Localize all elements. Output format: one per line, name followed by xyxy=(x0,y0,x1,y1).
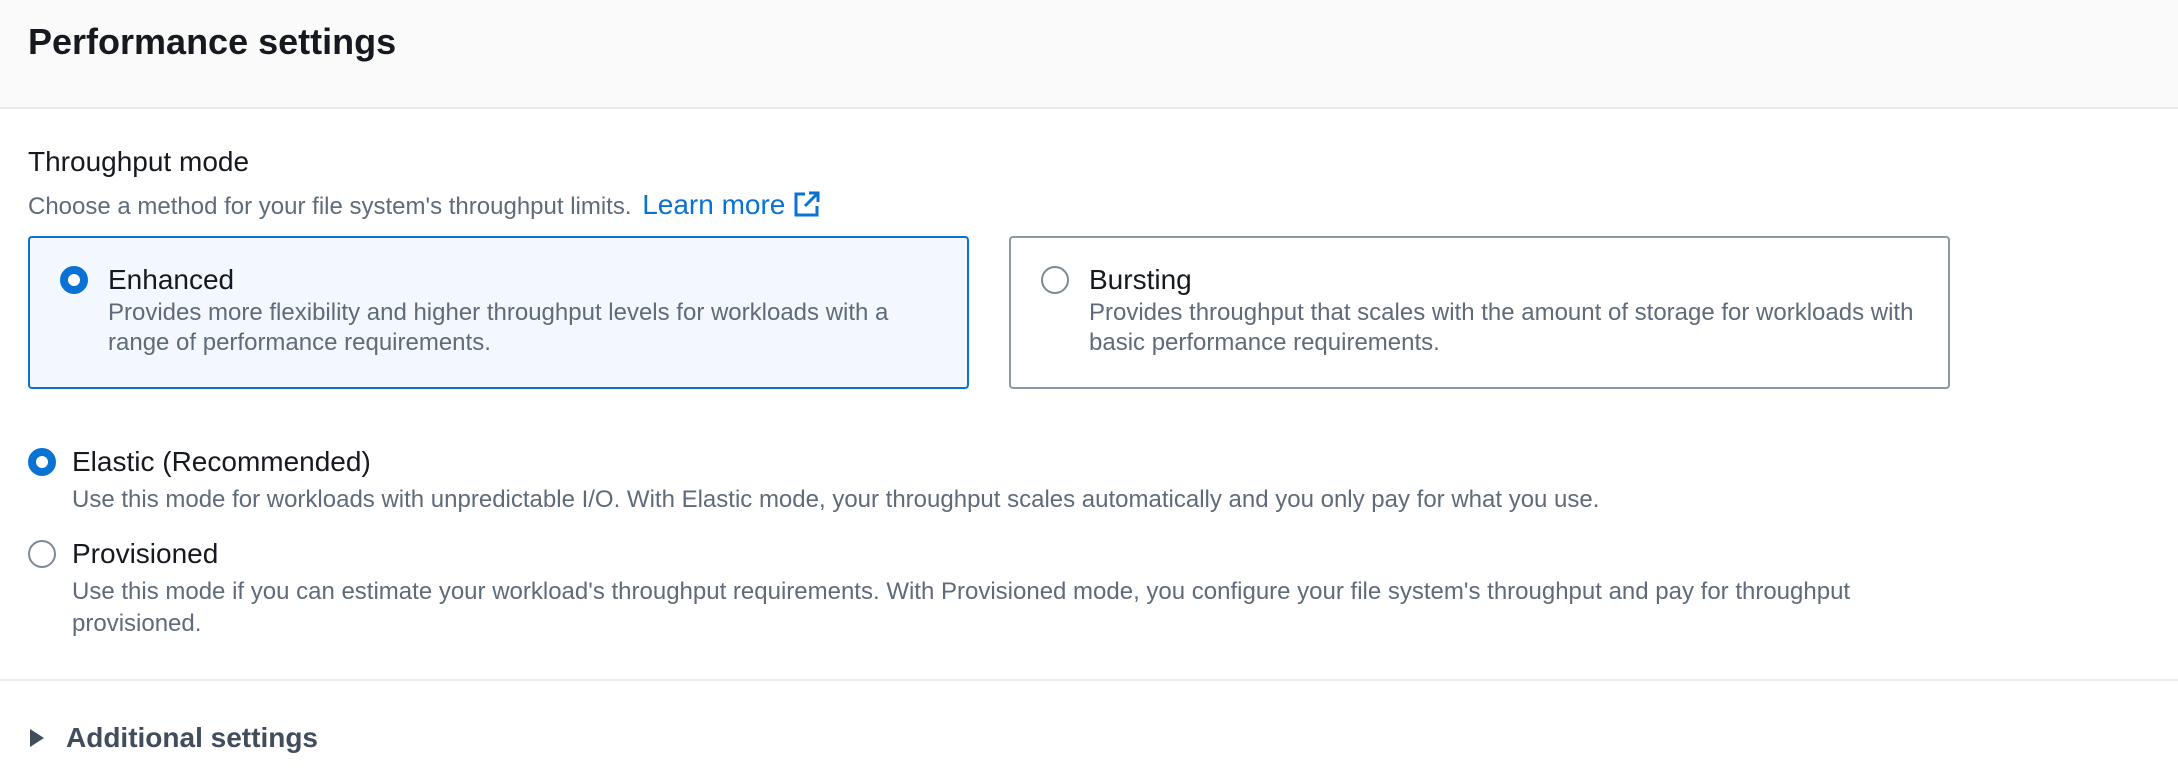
elastic-radio[interactable] xyxy=(28,448,56,476)
external-link-icon xyxy=(794,191,820,217)
option-elastic[interactable]: Elastic (Recommended) Use this mode for … xyxy=(28,444,1728,524)
throughput-mode-description-text: Choose a method for your file system's t… xyxy=(28,193,632,220)
tile-bursting-title: Bursting xyxy=(1089,264,1192,295)
provisioned-radio[interactable] xyxy=(28,540,56,568)
additional-settings-expander[interactable]: Additional settings xyxy=(28,718,318,758)
tile-bursting[interactable]: Bursting Provides throughput that scales… xyxy=(1009,236,1950,389)
additional-settings-label: Additional settings xyxy=(66,722,318,753)
option-elastic-title: Elastic (Recommended) xyxy=(72,446,371,477)
tile-bursting-description: Provides throughput that scales with the… xyxy=(1089,299,1914,356)
enhanced-radio[interactable] xyxy=(60,266,88,294)
throughput-mode-label: Throughput mode xyxy=(28,146,250,177)
caret-right-icon xyxy=(30,729,44,747)
learn-more-label: Learn more xyxy=(642,189,786,220)
page-title: Performance settings xyxy=(28,21,397,62)
tile-enhanced[interactable]: Enhanced Provides more flexibility and h… xyxy=(28,236,969,389)
throughput-mode-description: Choose a method for your file system's t… xyxy=(28,187,821,225)
tile-enhanced-description: Provides more flexibility and higher thr… xyxy=(108,299,889,356)
option-elastic-description: Use this mode for workloads with unpredi… xyxy=(72,486,1600,513)
bursting-radio[interactable] xyxy=(1041,266,1069,294)
option-provisioned-description: Use this mode if you can estimate your w… xyxy=(72,578,1851,637)
section-divider xyxy=(0,679,2178,681)
page-header: Performance settings xyxy=(0,0,2178,109)
option-provisioned[interactable]: Provisioned Use this mode if you can est… xyxy=(28,536,1968,640)
learn-more-link[interactable]: Learn more xyxy=(642,189,821,220)
option-provisioned-title: Provisioned xyxy=(72,538,219,569)
tile-enhanced-title: Enhanced xyxy=(108,264,235,295)
